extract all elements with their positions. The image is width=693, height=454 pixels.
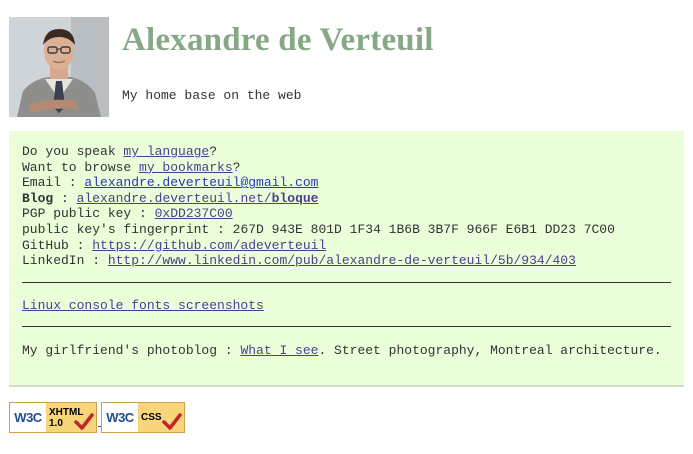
- contact-lines: Do you speak my language? Want to browse…: [22, 144, 682, 269]
- bookmarks-link[interactable]: my bookmarks: [139, 160, 233, 175]
- email-label: Email :: [22, 175, 85, 191]
- bookmarks-line: Want to browse my bookmarks?: [22, 160, 682, 176]
- divider-top: [22, 282, 671, 283]
- blog-link[interactable]: alexandre.deverteuil.net/bloque: [77, 191, 319, 206]
- w3c-logo: W3C: [102, 403, 138, 432]
- checkmark-icon: [74, 413, 94, 430]
- css-badge-text: CSS: [138, 403, 184, 432]
- pgp-key-link[interactable]: 0xDD237C00: [155, 206, 233, 221]
- profile-photo: [9, 17, 109, 117]
- github-label: GitHub :: [22, 237, 93, 253]
- pgp-line: PGP public key : 0xDD237C00: [22, 206, 682, 222]
- language-line: Do you speak my language?: [22, 144, 682, 160]
- language-link[interactable]: my language: [123, 144, 209, 159]
- fingerprint-line: public key's fingerprint : 267D 943E 801…: [22, 222, 682, 238]
- fingerprint-value: 267D 943E 801D 1F34 1B6B 3B7F 966F E6B1 …: [232, 221, 615, 237]
- blog-link-path: bloque: [271, 190, 319, 206]
- bookmarks-suffix: ?: [232, 159, 241, 175]
- photoblog-prefix: My girlfriend's photoblog :: [22, 343, 241, 358]
- w3c-logo: W3C: [10, 403, 46, 432]
- language-suffix: ?: [209, 144, 218, 159]
- fingerprint-label: public key's fingerprint :: [22, 221, 233, 237]
- github-line: GitHub : https://github.com/adeverteuil: [22, 238, 682, 254]
- xhtml-badge-text: XHTML 1.0: [46, 403, 96, 432]
- info-panel: Do you speak my language? Want to browse…: [9, 131, 684, 387]
- photoblog-link[interactable]: What I see: [240, 343, 318, 358]
- valid-css-badge[interactable]: W3C CSS: [101, 402, 185, 433]
- linkedin-link[interactable]: http://www.linkedin.com/pub/alexandre-de…: [108, 253, 576, 268]
- checkmark-icon: [162, 413, 182, 430]
- valid-xhtml-badge[interactable]: W3C XHTML 1.0: [9, 402, 97, 433]
- blog-sep: :: [53, 190, 77, 206]
- portrait-image: [9, 17, 109, 117]
- email-link[interactable]: alexandre.deverteuil@gmail.com: [84, 175, 318, 190]
- divider-bottom: [22, 326, 671, 327]
- site-title: Alexandre de Verteuil: [122, 22, 434, 58]
- pgp-label: PGP public key :: [22, 206, 155, 222]
- bookmarks-prefix: Want to browse: [22, 159, 140, 175]
- language-prefix: Do you speak: [22, 144, 124, 159]
- email-line: Email : alexandre.deverteuil@gmail.com: [22, 175, 682, 191]
- photoblog-paragraph: My girlfriend's photoblog : What I see. …: [22, 343, 672, 359]
- photoblog-suffix: . Street photography, Montreal architect…: [318, 343, 662, 358]
- linkedin-label: LinkedIn :: [22, 253, 108, 269]
- github-link[interactable]: https://github.com/adeverteuil: [92, 238, 326, 253]
- blog-label: Blog: [22, 190, 54, 206]
- linkedin-line: LinkedIn : http://www.linkedin.com/pub/a…: [22, 253, 682, 269]
- blog-line: Blog : alexandre.deverteuil.net/bloque: [22, 191, 682, 207]
- tagline: My home base on the web: [122, 88, 302, 103]
- console-fonts-link[interactable]: Linux console fonts screenshots: [22, 298, 264, 313]
- blog-link-domain: alexandre.deverteuil.net/: [76, 190, 272, 206]
